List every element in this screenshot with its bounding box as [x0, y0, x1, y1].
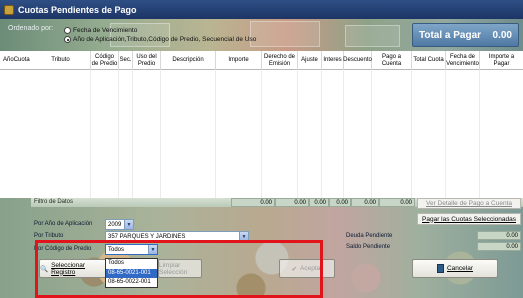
sum-interes: 0.00 [329, 198, 351, 207]
grid-divider [132, 70, 133, 198]
column-header-total-cuota[interactable]: Total Cuota [412, 51, 446, 70]
total-label: Total a Pagar [419, 29, 482, 41]
sum-derecho: 0.00 [275, 198, 309, 207]
search-icon: 🔍 [40, 265, 49, 273]
dropdown-option[interactable]: 08-65-0022-001 [106, 278, 157, 288]
app-icon [4, 4, 14, 15]
column-header-ajuste[interactable]: Ajuste [298, 51, 322, 70]
grid-divider [160, 70, 161, 198]
grid-divider [261, 70, 262, 198]
tributo-select[interactable]: 357 PARQUES Y JARDINES ▼ [105, 231, 249, 242]
grid-divider [479, 70, 480, 198]
deuda-pendiente-label: Deuda Pendiente [346, 233, 393, 239]
anio-label: Por Año de Aplicación [34, 221, 93, 227]
saldo-pendiente-value: 0.00 [477, 242, 521, 251]
total-a-pagar-box: Total a Pagar 0.00 [412, 23, 519, 47]
column-header-descuento[interactable]: Descuento [343, 51, 372, 70]
seleccionar-registro-button[interactable]: 🔍 Seleccionar Registro [39, 259, 107, 278]
column-header-anio[interactable]: Año [3, 57, 14, 63]
grid-divider [215, 70, 216, 198]
ordenado-label: Ordenado por: [8, 25, 54, 32]
radio-fecha-vencimiento[interactable]: Fecha de Vencimiento [64, 27, 137, 34]
column-header-fecha-venc[interactable]: Fecha de Vencimiento [446, 51, 480, 70]
grid-divider [343, 70, 344, 198]
grid-divider [321, 70, 322, 198]
banknote-decoration [345, 25, 400, 47]
radio-anio-aplicacion[interactable]: Año de Aplicación,Tributo,Código de Pred… [64, 36, 256, 43]
codigo-dropdown-list[interactable]: Todos 08-65-0021-001 08-65-0022-001 [105, 258, 158, 288]
filtro-label: Filtro de Datos [34, 199, 74, 205]
sum-pago-cuenta: 0.00 [379, 198, 415, 207]
exit-door-icon [436, 264, 444, 273]
column-header-cuota[interactable]: Cuota [14, 57, 30, 63]
radio-button[interactable] [64, 27, 71, 34]
radio-button-selected[interactable] [64, 36, 71, 43]
column-header-pago-cuenta[interactable]: Pago a Cuenta [372, 51, 412, 70]
grid-body[interactable] [31, 70, 523, 198]
grid-divider [371, 70, 372, 198]
column-header-sec[interactable]: Sec. [119, 51, 133, 70]
dropdown-option[interactable]: Todos [106, 259, 157, 269]
chevron-down-icon[interactable]: ▼ [148, 245, 157, 254]
limpiar-seleccion-button[interactable]: Limpiar Selección [158, 259, 202, 278]
grid-divider [411, 70, 412, 198]
total-value: 0.00 [492, 29, 512, 41]
column-header-interes[interactable]: Interes [322, 51, 344, 70]
checkmark-icon: ✔ [291, 265, 298, 273]
pagar-seleccionadas-button[interactable]: Pagar las Cuotas Seleccionadas [417, 213, 521, 225]
codigo-select[interactable]: Todos ▼ [105, 244, 158, 255]
deuda-pendiente-value: 0.00 [477, 231, 521, 240]
column-header-descripcion[interactable]: Descripción [161, 51, 216, 70]
tributo-label: Por Tributo [34, 233, 64, 239]
cancelar-button[interactable]: Cancelar [412, 259, 498, 278]
column-header-codigo[interactable]: Código de Predio [91, 51, 119, 70]
column-header-tributo[interactable]: Tributo [31, 51, 91, 70]
codigo-label: Por Código de Predio [34, 246, 92, 252]
saldo-pendiente-label: Saldo Pendiente [346, 244, 391, 250]
column-header-importe-pagar[interactable]: Importe a Pagar [480, 51, 523, 70]
grid-header-left: Año Cuota [0, 51, 31, 70]
column-header-uso[interactable]: Uso del Predio [133, 51, 161, 70]
banknote-decoration [250, 21, 320, 47]
grid-divider [445, 70, 446, 198]
grid-divider [297, 70, 298, 198]
header-banner: Ordenado por: Fecha de Vencimiento Año d… [0, 19, 523, 51]
sum-ajuste: 0.00 [309, 198, 329, 207]
aceptar-button[interactable]: ✔ Aceptar [279, 259, 335, 278]
grid-body-left [0, 70, 31, 198]
column-header-importe[interactable]: Importe [216, 51, 262, 70]
sum-importe: 0.00 [231, 198, 275, 207]
dropdown-option-selected[interactable]: 08-65-0021-001 [106, 268, 157, 278]
ver-detalle-button[interactable]: Ver Detalle de Pago a Cuenta [417, 198, 521, 209]
chevron-down-icon[interactable]: ▼ [239, 232, 248, 241]
anio-select[interactable]: 2009 ▼ [105, 219, 134, 230]
chevron-down-icon[interactable]: ▼ [124, 220, 133, 229]
grid-divider [90, 70, 91, 198]
cuotas-window: Cuotas Pendientes de Pago Ordenado por: … [0, 0, 523, 298]
title-bar: Cuotas Pendientes de Pago [0, 0, 523, 19]
column-header-derecho[interactable]: Derecho de Emisión [262, 51, 298, 70]
sum-descuento: 0.00 [351, 198, 379, 207]
window-title: Cuotas Pendientes de Pago [18, 4, 137, 15]
grid-divider [118, 70, 119, 198]
grid-header: Tributo Código de Predio Sec. Uso del Pr… [31, 51, 523, 70]
